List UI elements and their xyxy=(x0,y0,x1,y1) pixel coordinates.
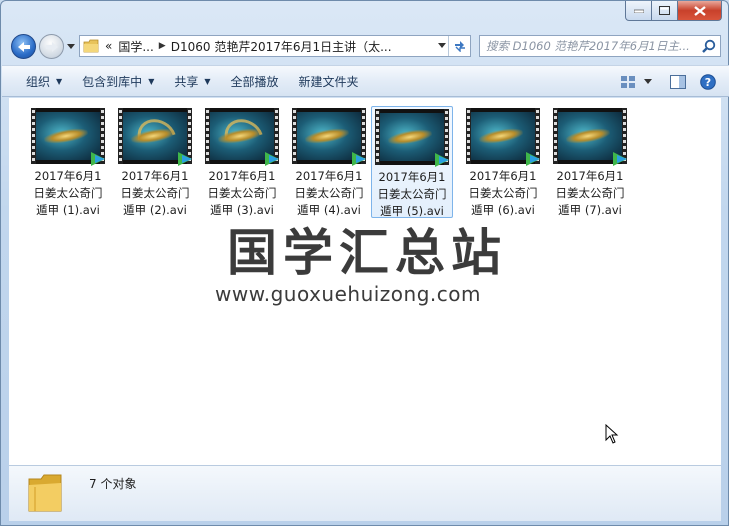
file-name: 2017年6月1 日姜太公奇门 遁甲 (2).avi xyxy=(120,169,190,217)
play-all-label: 全部播放 xyxy=(230,74,279,89)
video-thumbnail xyxy=(375,109,449,167)
file-name: 2017年6月1 日姜太公奇门 遁甲 (7).avi xyxy=(555,169,625,217)
share-label: 共享 xyxy=(174,74,199,89)
folder-icon xyxy=(80,36,102,56)
chevron-down-icon xyxy=(644,79,652,84)
video-player-badge-icon xyxy=(613,152,627,166)
refresh-button[interactable] xyxy=(448,36,470,56)
breadcrumb-separator-icon[interactable]: ▶ xyxy=(157,41,168,51)
file-item-6[interactable]: 2017年6月1 日姜太公奇门 遁甲 (6).avi xyxy=(462,106,544,218)
search-input[interactable]: 搜索 D1060 范艳芹2017年6月1日主... xyxy=(480,38,694,54)
video-thumbnail xyxy=(553,108,627,166)
include-in-library-menu[interactable]: 包含到库中 ▼ xyxy=(74,69,162,93)
explorer-window: « 国学... ▶ D1060 范艳芹2017年6月1日主讲（太... 搜索 D… xyxy=(0,0,729,526)
video-thumbnail xyxy=(31,108,105,166)
minimize-icon xyxy=(633,9,644,13)
caption-buttons xyxy=(625,1,722,22)
refresh-icon xyxy=(454,41,465,52)
file-item-1[interactable]: 2017年6月1 日姜太公奇门 遁甲 (1).avi xyxy=(27,106,109,218)
breadcrumb-item-guoxue[interactable]: 国学... xyxy=(115,38,156,55)
view-icon xyxy=(621,76,635,88)
chevron-down-icon: ▼ xyxy=(56,76,63,86)
file-item-5-selected[interactable]: 2017年6月1 日姜太公奇门 遁甲 (5).avi xyxy=(371,106,453,218)
address-bar[interactable]: « 国学... ▶ D1060 范艳芹2017年6月1日主讲（太... xyxy=(79,35,471,57)
folder-icon xyxy=(28,474,62,512)
play-all-button[interactable]: 全部播放 xyxy=(223,69,287,93)
watermark-title: 国学汇总站 xyxy=(227,224,507,282)
svg-text:?: ? xyxy=(705,76,711,89)
file-name: 2017年6月1 日姜太公奇门 遁甲 (6).avi xyxy=(468,169,538,217)
share-menu[interactable]: 共享 ▼ xyxy=(166,69,218,93)
file-name: 2017年6月1 日姜太公奇门 遁甲 (3).avi xyxy=(207,169,277,217)
chevron-down-icon: ▼ xyxy=(204,76,211,86)
help-icon: ? xyxy=(700,74,716,90)
recent-pages-dropdown-icon[interactable] xyxy=(67,43,75,51)
video-thumbnail xyxy=(205,108,279,166)
arrow-left-icon xyxy=(17,41,30,52)
watermark-url: www.guoxuehuizong.com xyxy=(215,282,481,306)
back-button[interactable] xyxy=(11,34,36,59)
search-box[interactable]: 搜索 D1060 范艳芹2017年6月1日主... xyxy=(479,35,721,57)
help-button[interactable]: ? xyxy=(695,70,721,94)
breadcrumb-overflow[interactable]: « xyxy=(102,39,115,53)
chevron-down-icon: ▼ xyxy=(148,76,155,86)
file-name: 2017年6月1 日姜太公奇门 遁甲 (4).avi xyxy=(294,169,364,217)
navigation-bar: « 国学... ▶ D1060 范艳芹2017年6月1日主讲（太... 搜索 D… xyxy=(1,29,728,63)
video-player-badge-icon xyxy=(526,152,540,166)
details-pane: 7 个对象 xyxy=(9,465,721,521)
change-view-button[interactable] xyxy=(615,70,641,94)
item-count: 7 个对象 xyxy=(89,477,137,491)
close-icon xyxy=(693,5,706,16)
file-name: 2017年6月1 日姜太公奇门 遁甲 (1).avi xyxy=(33,169,103,217)
video-player-badge-icon xyxy=(91,152,105,166)
file-item-4[interactable]: 2017年6月1 日姜太公奇门 遁甲 (4).avi xyxy=(288,106,370,218)
mouse-cursor-icon xyxy=(605,424,619,444)
file-item-3[interactable]: 2017年6月1 日姜太公奇门 遁甲 (3).avi xyxy=(201,106,283,218)
video-player-badge-icon xyxy=(178,152,192,166)
organize-menu[interactable]: 组织 ▼ xyxy=(18,69,70,93)
view-options-dropdown[interactable] xyxy=(641,70,655,94)
preview-pane-icon xyxy=(670,75,686,89)
search-icon[interactable] xyxy=(702,39,716,53)
file-item-2[interactable]: 2017年6月1 日姜太公奇门 遁甲 (2).avi xyxy=(114,106,196,218)
video-player-badge-icon xyxy=(352,152,366,166)
video-player-badge-icon xyxy=(435,153,449,167)
maximize-icon xyxy=(659,6,670,15)
maximize-button[interactable] xyxy=(652,1,678,21)
breadcrumb-item-current[interactable]: D1060 范艳芹2017年6月1日主讲（太... xyxy=(168,38,395,55)
video-player-badge-icon xyxy=(265,152,279,166)
minimize-button[interactable] xyxy=(625,1,652,21)
view-controls: ? xyxy=(615,70,721,94)
video-thumbnail xyxy=(466,108,540,166)
close-button[interactable] xyxy=(678,1,722,21)
new-folder-label: 新建文件夹 xyxy=(298,74,359,89)
video-thumbnail xyxy=(292,108,366,166)
organize-label: 组织 xyxy=(26,74,51,89)
video-thumbnail xyxy=(118,108,192,166)
forward-button[interactable] xyxy=(39,34,64,59)
address-dropdown-icon[interactable] xyxy=(438,43,446,49)
command-bar: 组织 ▼ 包含到库中 ▼ 共享 ▼ 全部播放 新建文件夹 ? xyxy=(2,65,729,97)
new-folder-button[interactable]: 新建文件夹 xyxy=(291,69,367,93)
file-item-7[interactable]: 2017年6月1 日姜太公奇门 遁甲 (7).avi xyxy=(549,106,631,218)
arrow-right-icon xyxy=(45,41,58,52)
include-in-library-label: 包含到库中 xyxy=(82,74,143,89)
preview-pane-button[interactable] xyxy=(665,70,691,94)
